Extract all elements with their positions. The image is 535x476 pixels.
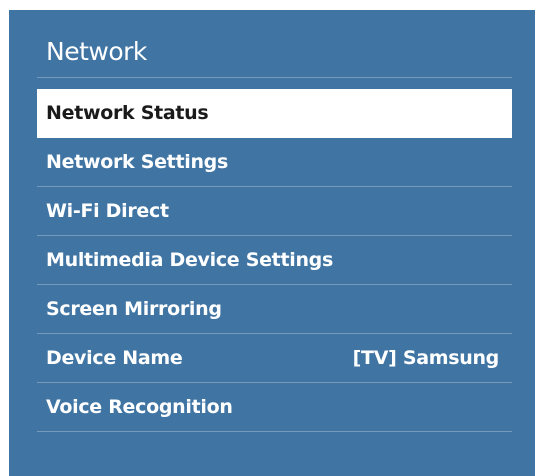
device-name-value: [TV] Samsung [352,347,500,369]
menu-list: Network Status Network Settings Wi-Fi Di… [37,89,512,432]
menu-item-label: Device Name [46,347,183,369]
menu-item-network-status[interactable]: Network Status [37,89,512,138]
menu-item-multimedia-device-settings[interactable]: Multimedia Device Settings [37,236,512,285]
network-menu-panel: Network Network Status Network Settings … [9,10,535,476]
menu-item-label: Network Settings [46,151,228,173]
title-divider [37,77,512,78]
menu-item-label: Network Status [46,102,209,124]
menu-title: Network [46,37,147,66]
menu-item-label: Wi-Fi Direct [46,200,169,222]
menu-item-label: Screen Mirroring [46,298,222,320]
menu-item-device-name[interactable]: Device Name [TV] Samsung [37,334,512,383]
menu-item-label: Voice Recognition [46,396,233,418]
menu-item-screen-mirroring[interactable]: Screen Mirroring [37,285,512,334]
menu-item-voice-recognition[interactable]: Voice Recognition [37,383,512,432]
menu-item-label: Multimedia Device Settings [46,249,333,271]
menu-item-wifi-direct[interactable]: Wi-Fi Direct [37,187,512,236]
menu-item-network-settings[interactable]: Network Settings [37,138,512,187]
